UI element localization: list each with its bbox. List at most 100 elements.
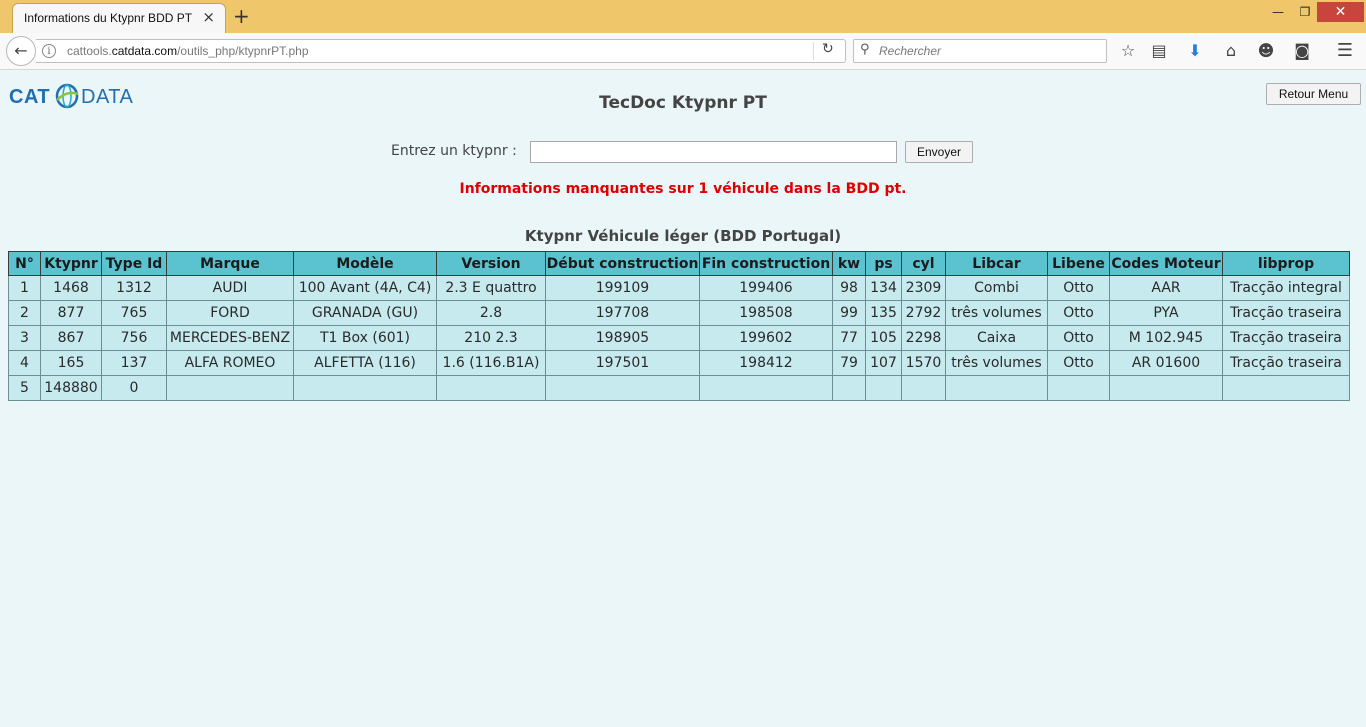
browser-tab[interactable]: Informations du Ktypnr BDD PT ×	[12, 3, 226, 33]
table-cell: 2792	[901, 300, 946, 326]
column-header: ps	[865, 251, 902, 276]
table-cell: 1	[8, 275, 41, 301]
table-cell	[1047, 375, 1110, 401]
column-header: kw	[832, 251, 866, 276]
table-cell: 1570	[901, 350, 946, 376]
window-minimize-icon[interactable]: —	[1268, 2, 1288, 22]
table-cell: Tracção traseira	[1222, 300, 1350, 326]
table-cell: ALFETTA (116)	[293, 350, 437, 376]
table-cell: MERCEDES-BENZ	[166, 325, 294, 351]
table-cell	[945, 375, 1048, 401]
info-icon[interactable]: i	[42, 44, 56, 58]
ktypnr-label: Entrez un ktypnr :	[391, 143, 517, 159]
column-header: Modèle	[293, 251, 437, 276]
missing-info-alert: Informations manquantes sur 1 véhicule d…	[459, 181, 907, 197]
search-input[interactable]: Rechercher	[879, 44, 941, 58]
table-row: 5 148880 0	[8, 375, 1350, 401]
url-text[interactable]: cattools.catdata.com/outils_php/ktypnrPT…	[67, 44, 309, 58]
browser-titlebar: Informations du Ktypnr BDD PT × + — ❐ ✕	[0, 0, 1366, 33]
window-maximize-icon[interactable]: ❐	[1295, 2, 1315, 22]
ktypnr-input[interactable]	[530, 141, 897, 163]
table-cell	[545, 375, 700, 401]
table-cell: 135	[865, 300, 902, 326]
search-icon: ⚲	[860, 42, 870, 57]
table-cell: 148880	[40, 375, 102, 401]
tab-close-icon[interactable]: ×	[202, 8, 215, 26]
new-tab-icon[interactable]: +	[233, 4, 250, 28]
search-bar[interactable]: ⚲ Rechercher	[853, 39, 1107, 63]
table-cell: 877	[40, 300, 102, 326]
page-title: TecDoc Ktypnr PT	[599, 93, 767, 113]
table-cell: 2298	[901, 325, 946, 351]
table-cell: FORD	[166, 300, 294, 326]
table-cell: Tracção integral	[1222, 275, 1350, 301]
table-cell	[865, 375, 902, 401]
table-cell	[166, 375, 294, 401]
table-cell: T1 Box (601)	[293, 325, 437, 351]
table-cell: GRANADA (GU)	[293, 300, 437, 326]
table-cell: 199406	[699, 275, 833, 301]
table-cell: 210 2.3	[436, 325, 546, 351]
pocket-icon[interactable]: ◙	[1291, 41, 1313, 63]
column-header: Fin construction	[699, 251, 833, 276]
back-menu-button[interactable]: Retour Menu	[1266, 83, 1361, 105]
table-cell: 100 Avant (4A, C4)	[293, 275, 437, 301]
column-header: Début construction	[545, 251, 700, 276]
table-cell	[901, 375, 946, 401]
browser-navbar: ← i cattools.catdata.com/outils_php/ktyp…	[0, 33, 1366, 70]
table-cell: AUDI	[166, 275, 294, 301]
table-cell: 1.6 (116.B1A)	[436, 350, 546, 376]
table-cell: Otto	[1047, 350, 1110, 376]
column-header: Libene	[1047, 251, 1110, 276]
reload-icon[interactable]: ↻	[822, 41, 834, 57]
column-header: Marque	[166, 251, 294, 276]
table-header-row: N° Ktypnr Type Id Marque Modèle Version …	[8, 251, 1350, 276]
table-cell: 107	[865, 350, 902, 376]
column-header: Ktypnr	[40, 251, 102, 276]
table-cell: Caixa	[945, 325, 1048, 351]
table-cell: 79	[832, 350, 866, 376]
table-cell: 99	[832, 300, 866, 326]
vehicle-table: N° Ktypnr Type Id Marque Modèle Version …	[8, 251, 1350, 401]
table-row: 4 165 137 ALFA ROMEO ALFETTA (116) 1.6 (116.B…	[8, 350, 1350, 376]
menu-icon[interactable]: ☰	[1334, 41, 1356, 63]
table-cell: 5	[8, 375, 41, 401]
tab-title: Informations du Ktypnr BDD PT	[24, 11, 193, 25]
table-cell: 77	[832, 325, 866, 351]
table-cell: Tracção traseira	[1222, 350, 1350, 376]
table-cell	[832, 375, 866, 401]
table-cell: 765	[101, 300, 167, 326]
column-header: Codes Moteur	[1109, 251, 1223, 276]
table-cell: três volumes	[945, 300, 1048, 326]
reading-list-icon[interactable]: ▤	[1148, 41, 1170, 63]
table-cell: 4	[8, 350, 41, 376]
table-cell: Otto	[1047, 275, 1110, 301]
table-cell: 165	[40, 350, 102, 376]
download-icon[interactable]: ⬇	[1184, 41, 1206, 63]
table-row: 1 1468 1312 AUDI 100 Avant (4A, C4) 2.3 E qua…	[8, 275, 1350, 301]
table-cell	[1109, 375, 1223, 401]
table-cell: 199109	[545, 275, 700, 301]
column-header: N°	[8, 251, 41, 276]
hello-icon[interactable]: ☻	[1255, 41, 1277, 63]
table-cell: 2	[8, 300, 41, 326]
send-button[interactable]: Envoyer	[905, 141, 973, 163]
column-header: Libcar	[945, 251, 1048, 276]
table-cell: 137	[101, 350, 167, 376]
table-cell: 105	[865, 325, 902, 351]
table-cell: 2309	[901, 275, 946, 301]
table-row: 2 877 765 FORD GRANADA (GU) 2.8 197708 198508 99…	[8, 300, 1350, 326]
bookmark-star-icon[interactable]: ☆	[1117, 41, 1139, 63]
table-cell: três volumes	[945, 350, 1048, 376]
table-cell: 3	[8, 325, 41, 351]
table-cell: PYA	[1109, 300, 1223, 326]
back-icon[interactable]: ←	[6, 36, 36, 66]
table-cell: Combi	[945, 275, 1048, 301]
table-cell: 2.3 E quattro	[436, 275, 546, 301]
window-close-icon[interactable]: ✕	[1317, 2, 1364, 22]
table-cell: 1312	[101, 275, 167, 301]
table-cell: Otto	[1047, 300, 1110, 326]
home-icon[interactable]: ⌂	[1220, 41, 1242, 63]
url-divider	[813, 42, 814, 60]
url-bar[interactable]: i cattools.catdata.com/outils_php/ktypnr…	[36, 39, 846, 63]
